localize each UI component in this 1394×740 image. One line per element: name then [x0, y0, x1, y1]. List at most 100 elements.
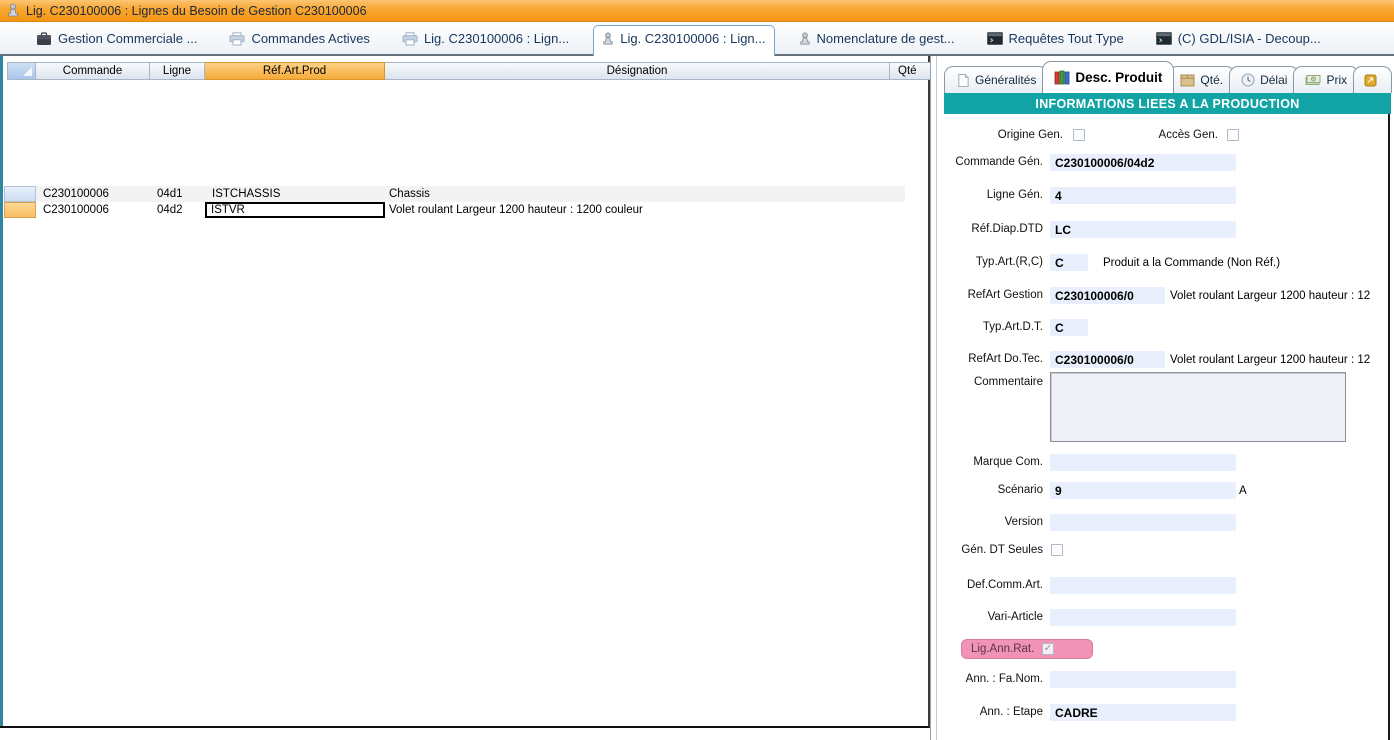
row-selector[interactable] — [4, 202, 36, 218]
tab-gestion-commerciale[interactable]: Gestion Commerciale ... — [28, 26, 205, 54]
page-icon — [956, 73, 970, 88]
cell-ligne[interactable]: 04d1 — [150, 186, 205, 202]
refart-dotec-description: Volet roulant Largeur 1200 hauteur : 12 — [1170, 351, 1389, 368]
def-comm-art-label: Def.Comm.Art. — [931, 577, 1043, 594]
tab-nomenclature[interactable]: Nomenclature de gest... — [791, 26, 963, 54]
window-title-bar[interactable]: Lig. C230100006 : Lignes du Besoin de Ge… — [0, 0, 1394, 22]
cell-ligne[interactable]: 04d2 — [150, 202, 205, 218]
typ-art-rc-description: Produit a la Commande (Non Réf.) — [1103, 254, 1387, 271]
refart-dotec-field[interactable]: C230100006/0 — [1050, 351, 1165, 368]
version-field[interactable] — [1050, 514, 1236, 531]
tab-label: Nomenclature de gest... — [817, 31, 955, 46]
grid-select-all-corner[interactable] — [7, 62, 36, 80]
product-detail-panel: Généralités Desc. Produit Qté. Délai — [930, 56, 1394, 740]
ann-fa-nom-label: Ann. : Fa.Nom. — [931, 671, 1043, 688]
row-selector[interactable] — [4, 186, 36, 202]
application-window: Lig. C230100006 : Lignes du Besoin de Ge… — [0, 0, 1394, 740]
cell-designation[interactable]: Volet roulant Largeur 1200 hauteur : 120… — [385, 202, 890, 218]
lig-ann-rat-highlight: Lig.Ann.Rat. ✓ — [961, 639, 1093, 659]
gen-dt-seules-checkbox[interactable] — [1051, 544, 1063, 556]
section-banner: INFORMATIONS LIEES A LA PRODUCTION — [944, 93, 1391, 114]
pawn-icon — [602, 32, 614, 46]
clock-icon — [1241, 73, 1255, 87]
origine-gen-label: Origine Gen. — [931, 127, 1063, 144]
tab-delai[interactable]: Délai — [1229, 66, 1299, 93]
window-title: Lig. C230100006 : Lignes du Besoin de Ge… — [26, 4, 367, 18]
grid-header-row: Commande Ligne Réf.Art.Prod Désignation … — [7, 62, 930, 80]
cell-commande[interactable]: C230100006 — [36, 202, 150, 218]
gold-doc-icon — [1364, 74, 1377, 87]
typ-art-dt-field[interactable]: C — [1050, 319, 1088, 336]
ref-diap-dtd-label: Réf.Diap.DTD — [931, 221, 1043, 238]
scenario-field[interactable]: 9 — [1050, 482, 1236, 499]
marque-com-field[interactable] — [1050, 454, 1236, 471]
books-icon — [1054, 70, 1070, 85]
tab-label: Prix — [1326, 73, 1347, 87]
tab-label: Requêtes Tout Type — [1009, 31, 1124, 46]
tab-requetes-tout-type[interactable]: Requêtes Tout Type — [979, 26, 1132, 54]
ligne-gen-label: Ligne Gén. — [931, 187, 1043, 204]
refart-gestion-label: RefArt Gestion — [931, 287, 1043, 304]
marque-com-label: Marque Com. — [931, 454, 1043, 471]
commentaire-textarea[interactable] — [1050, 372, 1346, 442]
tab-label: Lig. C230100006 : Lign... — [424, 31, 569, 46]
table-row[interactable]: C230100006 04d1 ISTCHASSIS Chassis — [4, 186, 905, 202]
column-header-designation[interactable]: Désignation — [385, 62, 890, 80]
pawn-icon — [799, 32, 811, 46]
tab-lig-lignes-1[interactable]: Lig. C230100006 : Lign... — [394, 26, 577, 54]
refart-dotec-label: RefArt Do.Tec. — [931, 351, 1043, 368]
detail-tab-bar: Généralités Desc. Produit Qté. Délai — [944, 60, 1394, 93]
vari-article-label: Vari-Article — [931, 609, 1043, 626]
briefcase-icon — [36, 32, 52, 46]
tab-commandes-actives[interactable]: Commandes Actives — [221, 26, 378, 54]
tab-generalites[interactable]: Généralités — [944, 66, 1048, 93]
main-tab-bar: Gestion Commerciale ... Commandes Active… — [0, 22, 1394, 56]
form-right-border — [1388, 114, 1390, 740]
ligne-gen-field[interactable]: 4 — [1050, 187, 1236, 204]
ann-fa-nom-field[interactable] — [1050, 671, 1236, 688]
commande-gen-field[interactable]: C230100006/04d2 — [1050, 154, 1236, 171]
tab-label: Délai — [1260, 73, 1287, 87]
tab-label: Qté. — [1200, 73, 1223, 87]
panel-edge-strip — [0, 56, 3, 726]
tab-label: Desc. Produit — [1075, 70, 1162, 85]
lig-ann-rat-label: Lig.Ann.Rat. — [962, 643, 1042, 655]
acces-gen-label: Accès Gen. — [1081, 127, 1218, 144]
typ-art-rc-label: Typ.Art.(R,C) — [931, 254, 1043, 271]
gen-dt-seules-label: Gén. DT Seules — [931, 542, 1043, 559]
cell-designation[interactable]: Chassis — [385, 186, 890, 202]
commande-gen-label: Commande Gén. — [931, 154, 1043, 171]
lig-ann-rat-checkbox[interactable]: ✓ — [1042, 643, 1054, 655]
ref-diap-dtd-field[interactable]: LC — [1050, 221, 1236, 238]
column-header-qte[interactable]: Qté — [890, 62, 930, 80]
ann-etape-field[interactable]: CADRE — [1050, 704, 1236, 721]
scenario-label: Scénario — [931, 482, 1043, 499]
column-header-ligne[interactable]: Ligne — [150, 62, 205, 80]
typ-art-dt-label: Typ.Art.D.T. — [931, 319, 1043, 336]
console-icon — [987, 32, 1003, 45]
tab-partial-hidden[interactable] — [1353, 66, 1392, 93]
tab-qte[interactable]: Qté. — [1168, 66, 1235, 93]
def-comm-art-field[interactable] — [1050, 577, 1236, 594]
column-header-commande[interactable]: Commande — [36, 62, 150, 80]
refart-gestion-description: Volet roulant Largeur 1200 hauteur : 12 — [1170, 287, 1389, 304]
tab-label: Lig. C230100006 : Lign... — [620, 31, 765, 46]
tab-label: Gestion Commerciale ... — [58, 31, 197, 46]
console-icon — [1156, 32, 1172, 45]
tab-lig-lignes-2-active[interactable]: Lig. C230100006 : Lign... — [593, 25, 774, 56]
acces-gen-checkbox[interactable] — [1227, 129, 1239, 141]
cell-ref-art-prod[interactable]: ISTCHASSIS — [205, 186, 385, 202]
typ-art-rc-field[interactable]: C — [1050, 254, 1088, 271]
commentaire-label: Commentaire — [931, 374, 1043, 391]
column-header-ref-art-prod[interactable]: Réf.Art.Prod — [205, 62, 385, 80]
table-row[interactable]: C230100006 04d2 ISTVR Volet roulant Larg… — [4, 202, 905, 218]
tab-prix[interactable]: Prix — [1293, 66, 1359, 93]
cell-commande[interactable]: C230100006 — [36, 186, 150, 202]
tab-gdl-isia-decoup[interactable]: (C) GDL/ISIA - Decoup... — [1148, 26, 1329, 54]
pawn-icon — [7, 3, 19, 18]
vari-article-field[interactable] — [1050, 609, 1236, 626]
cell-ref-art-prod-focused[interactable]: ISTVR — [205, 202, 385, 218]
package-icon — [1180, 74, 1195, 87]
tab-desc-produit[interactable]: Desc. Produit — [1042, 61, 1174, 93]
refart-gestion-field[interactable]: C230100006/0 — [1050, 287, 1165, 304]
